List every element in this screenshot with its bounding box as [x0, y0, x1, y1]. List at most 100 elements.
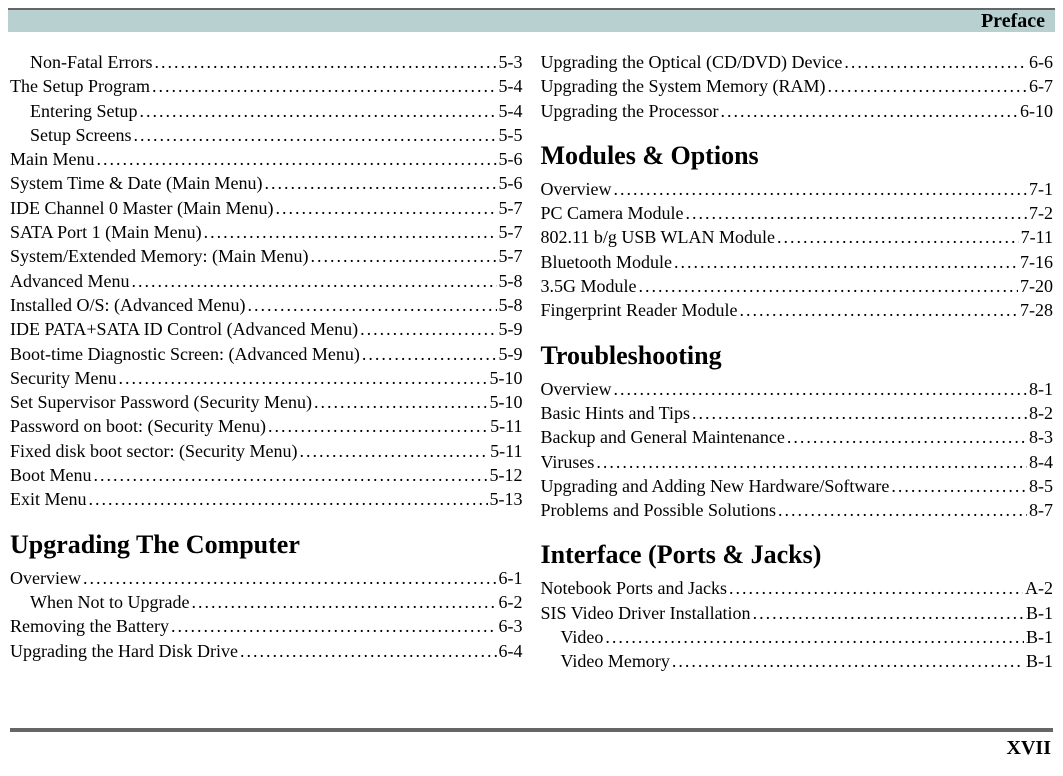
toc-entry-label: When Not to Upgrade: [30, 590, 189, 614]
toc-entry[interactable]: System/Extended Memory: (Main Menu) 5-7: [10, 244, 523, 268]
toc-left-column: Non-Fatal Errors 5-3The Setup Program 5-…: [10, 50, 523, 674]
toc-leader-dots: [133, 123, 496, 147]
toc-entry-page: 5-8: [499, 269, 523, 293]
toc-entry[interactable]: Setup Screens 5-5: [10, 123, 523, 147]
toc-entry-label: PC Camera Module: [541, 201, 684, 225]
toc-leader-dots: [729, 576, 1023, 600]
toc-leader-dots: [613, 377, 1027, 401]
toc-leader-dots: [247, 293, 496, 317]
toc-entry-label: Upgrading the Optical (CD/DVD) Device: [541, 50, 843, 74]
toc-right-column: Upgrading the Optical (CD/DVD) Device 6-…: [541, 50, 1054, 674]
toc-entry[interactable]: The Setup Program 5-4: [10, 74, 523, 98]
toc-entry[interactable]: Password on boot: (Security Menu) 5-11: [10, 414, 523, 438]
toc-entry-label: IDE Channel 0 Master (Main Menu): [10, 196, 273, 220]
toc-leader-dots: [268, 414, 488, 438]
toc-leader-dots: [154, 50, 496, 74]
toc-entry[interactable]: Upgrading the System Memory (RAM) 6-7: [541, 74, 1054, 98]
toc-entry[interactable]: When Not to Upgrade 6-2: [10, 590, 523, 614]
toc-entry[interactable]: Fixed disk boot sector: (Security Menu) …: [10, 439, 523, 463]
toc-entry-label: The Setup Program: [10, 74, 150, 98]
toc-entry-page: 7-28: [1020, 298, 1053, 322]
toc-entry[interactable]: Upgrading the Hard Disk Drive 6-4: [10, 639, 523, 663]
toc-entry-label: Main Menu: [10, 147, 95, 171]
toc-leader-dots: [639, 274, 1019, 298]
toc-leader-dots: [275, 196, 496, 220]
toc-entry[interactable]: Bluetooth Module 7-16: [541, 250, 1054, 274]
toc-leader-dots: [720, 99, 1018, 123]
toc-entry-page: 5-4: [499, 74, 523, 98]
toc-entry-page: 5-10: [490, 390, 523, 414]
toc-entry[interactable]: Fingerprint Reader Module 7-28: [541, 298, 1054, 322]
toc-leader-dots: [139, 99, 496, 123]
toc-entry[interactable]: Overview 7-1: [541, 177, 1054, 201]
toc-entry[interactable]: Removing the Battery 6-3: [10, 614, 523, 638]
toc-section-heading: Modules & Options: [541, 141, 1054, 171]
toc-entry[interactable]: Upgrading the Processor 6-10: [541, 99, 1054, 123]
toc-entry-label: Backup and General Maintenance: [541, 425, 785, 449]
toc-entry[interactable]: Upgrading the Optical (CD/DVD) Device 6-…: [541, 50, 1054, 74]
toc-entry[interactable]: Upgrading and Adding New Hardware/Softwa…: [541, 474, 1054, 498]
toc-entry[interactable]: SATA Port 1 (Main Menu) 5-7: [10, 220, 523, 244]
toc-entry-page: 5-3: [499, 50, 523, 74]
toc-entry[interactable]: IDE Channel 0 Master (Main Menu) 5-7: [10, 196, 523, 220]
toc-content: Non-Fatal Errors 5-3The Setup Program 5-…: [0, 32, 1063, 674]
toc-entry[interactable]: Exit Menu 5-13: [10, 487, 523, 511]
toc-leader-dots: [672, 649, 1024, 673]
toc-leader-dots: [739, 298, 1018, 322]
toc-entry-label: Entering Setup: [30, 99, 137, 123]
toc-entry[interactable]: SIS Video Driver Installation B-1: [541, 601, 1054, 625]
toc-entry-label: Boot-time Diagnostic Screen: (Advanced M…: [10, 342, 360, 366]
header-title: Preface: [981, 10, 1045, 33]
toc-entry-label: Video: [561, 625, 604, 649]
toc-entry[interactable]: Viruses 8-4: [541, 450, 1054, 474]
toc-entry[interactable]: PC Camera Module 7-2: [541, 201, 1054, 225]
toc-entry[interactable]: 3.5G Module 7-20: [541, 274, 1054, 298]
toc-entry[interactable]: Set Supervisor Password (Security Menu) …: [10, 390, 523, 414]
toc-entry-label: Exit Menu: [10, 487, 87, 511]
toc-leader-dots: [240, 639, 497, 663]
toc-entry-page: 8-7: [1029, 498, 1053, 522]
toc-entry[interactable]: Overview 6-1: [10, 566, 523, 590]
toc-entry[interactable]: Notebook Ports and Jacks A-2: [541, 576, 1054, 600]
toc-leader-dots: [827, 74, 1027, 98]
toc-entry[interactable]: Advanced Menu 5-8: [10, 269, 523, 293]
toc-leader-dots: [787, 425, 1027, 449]
toc-entry[interactable]: Installed O/S: (Advanced Menu) 5-8: [10, 293, 523, 317]
toc-leader-dots: [596, 450, 1027, 474]
toc-entry-label: Non-Fatal Errors: [30, 50, 152, 74]
toc-entry-label: SIS Video Driver Installation: [541, 601, 751, 625]
toc-entry-page: 7-11: [1021, 225, 1053, 249]
toc-entry[interactable]: Boot Menu 5-12: [10, 463, 523, 487]
toc-entry-label: Upgrading the System Memory (RAM): [541, 74, 826, 98]
toc-leader-dots: [131, 269, 496, 293]
toc-entry[interactable]: IDE PATA+SATA ID Control (Advanced Menu)…: [10, 317, 523, 341]
toc-entry[interactable]: Entering Setup 5-4: [10, 99, 523, 123]
toc-entry-label: Fingerprint Reader Module: [541, 298, 738, 322]
toc-entry[interactable]: Non-Fatal Errors 5-3: [10, 50, 523, 74]
toc-entry[interactable]: Video B-1: [541, 625, 1054, 649]
toc-entry[interactable]: 802.11 b/g USB WLAN Module 7-11: [541, 225, 1054, 249]
toc-entry[interactable]: System Time & Date (Main Menu) 5-6: [10, 171, 523, 195]
toc-leader-dots: [778, 498, 1027, 522]
toc-entry[interactable]: Security Menu 5-10: [10, 366, 523, 390]
toc-entry-label: Notebook Ports and Jacks: [541, 576, 727, 600]
toc-entry-page: 7-2: [1029, 201, 1053, 225]
toc-entry-page: 5-7: [499, 244, 523, 268]
toc-entry-label: Setup Screens: [30, 123, 131, 147]
toc-entry-page: 5-9: [499, 317, 523, 341]
toc-entry[interactable]: Boot-time Diagnostic Screen: (Advanced M…: [10, 342, 523, 366]
toc-entry[interactable]: Overview 8-1: [541, 377, 1054, 401]
toc-entry-page: 5-7: [499, 196, 523, 220]
toc-entry[interactable]: Video Memory B-1: [541, 649, 1054, 673]
toc-entry[interactable]: Problems and Possible Solutions 8-7: [541, 498, 1054, 522]
toc-entry-label: Advanced Menu: [10, 269, 129, 293]
toc-entry-page: 6-4: [499, 639, 523, 663]
toc-entry-label: Upgrading the Hard Disk Drive: [10, 639, 238, 663]
toc-entry-page: 5-10: [490, 366, 523, 390]
toc-entry[interactable]: Backup and General Maintenance 8-3: [541, 425, 1054, 449]
toc-entry[interactable]: Basic Hints and Tips 8-2: [541, 401, 1054, 425]
toc-entry-label: System Time & Date (Main Menu): [10, 171, 263, 195]
toc-entry-page: 5-7: [499, 220, 523, 244]
toc-leader-dots: [777, 225, 1019, 249]
toc-entry[interactable]: Main Menu 5-6: [10, 147, 523, 171]
